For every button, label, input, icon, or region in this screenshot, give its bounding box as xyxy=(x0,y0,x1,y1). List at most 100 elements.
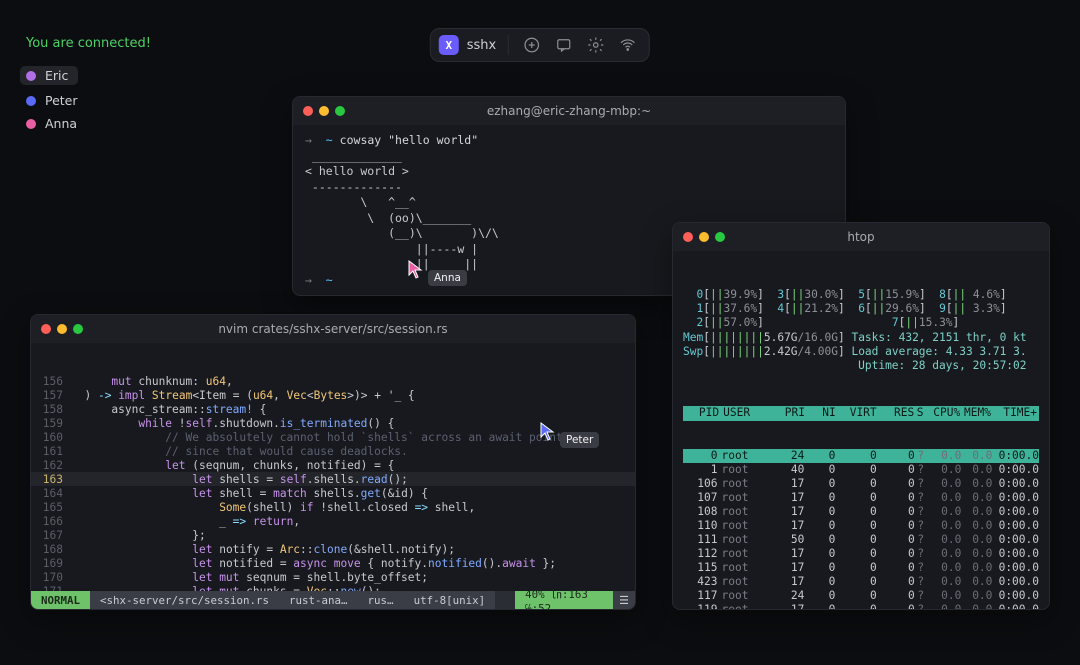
process-row[interactable]: 0root24000?0.00.00:00.0 xyxy=(683,449,1039,463)
status-path: <shx-server/src/session.rs xyxy=(90,591,279,609)
traffic-lights xyxy=(41,324,83,334)
column-header[interactable]: PID xyxy=(685,406,719,420)
column-header[interactable]: MEM% xyxy=(960,406,991,420)
settings-icon[interactable] xyxy=(587,36,605,54)
process-row[interactable]: 106root17000?0.00.00:00.0 xyxy=(683,477,1039,491)
terminal-body[interactable]: 0[||39.9%] 3[||30.0%] 5[||15.9%] 8[|| 4.… xyxy=(673,251,1049,609)
code-text: let (seqnum, chunks, notified) = { xyxy=(71,458,635,472)
close-icon[interactable] xyxy=(41,324,51,334)
user-name: Anna xyxy=(45,116,77,131)
terminal-body[interactable]: 156 mut chunknum: u64,157 ) -> impl Stre… xyxy=(31,343,635,591)
column-header[interactable]: RES xyxy=(877,406,915,420)
process-row[interactable]: 119root17000?0.00.00:00.0 xyxy=(683,603,1039,609)
code-text: ) -> impl Stream<Item = (u64, Vec<Bytes>… xyxy=(71,388,635,402)
line-number: 168 xyxy=(31,542,71,556)
code-line: 170 let mut seqnum = shell.byte_offset; xyxy=(31,570,635,584)
close-icon[interactable] xyxy=(303,106,313,116)
cowsay-output: _____________ < hello world > ----------… xyxy=(305,149,499,272)
minimize-icon[interactable] xyxy=(319,106,329,116)
user-item[interactable]: Peter xyxy=(26,93,78,108)
code-line: 165 Some(shell) if !shell.closed => shel… xyxy=(31,500,635,514)
process-row[interactable]: 112root17000?0.00.00:00.0 xyxy=(683,547,1039,561)
code-text: mut chunknum: u64, xyxy=(71,374,635,388)
user-name: Eric xyxy=(45,68,68,83)
code-line: 161 // since that would cause deadlocks. xyxy=(31,444,635,458)
mode-indicator: NORMAL xyxy=(31,591,90,609)
code-text: _ => return, xyxy=(71,514,635,528)
column-header[interactable]: VIRT xyxy=(836,406,877,420)
prompt-path: ~ xyxy=(326,273,333,287)
code-line: 157 ) -> impl Stream<Item = (u64, Vec<By… xyxy=(31,388,635,402)
process-row[interactable]: 108root17000?0.00.00:00.0 xyxy=(683,505,1039,519)
line-number: 163 xyxy=(31,472,71,486)
line-number: 171 xyxy=(31,584,71,591)
code-line: 164 let shell = match shells.get(&id) { xyxy=(31,486,635,500)
add-terminal-icon[interactable] xyxy=(523,36,541,54)
minimize-icon[interactable] xyxy=(57,324,67,334)
terminal-nvim[interactable]: nvim crates/sshx-server/src/session.rs 1… xyxy=(30,314,636,610)
code-text: while !self.shutdown.is_terminated() { xyxy=(71,416,635,430)
column-header[interactable]: TIME+ xyxy=(991,406,1037,420)
line-number: 161 xyxy=(31,444,71,458)
window-title: ezhang@eric-zhang-mbp:~ xyxy=(293,104,845,118)
line-number: 167 xyxy=(31,528,71,542)
user-item[interactable]: Eric xyxy=(20,66,78,85)
column-header[interactable]: NI xyxy=(805,406,836,420)
user-name: Peter xyxy=(45,93,78,108)
code-line: 160 // We absolutely cannot hold `shells… xyxy=(31,430,635,444)
column-header[interactable]: PRI xyxy=(767,406,805,420)
htop-rows[interactable]: 0root24000?0.00.00:00.01root40000?0.00.0… xyxy=(683,449,1039,609)
htop-header: 0[||39.9%] 3[||30.0%] 5[||15.9%] 8[|| 4.… xyxy=(683,288,1039,374)
presence-dot-icon xyxy=(26,71,36,81)
code-line: 167 }; xyxy=(31,528,635,542)
code-line: 162 let (seqnum, chunks, notified) = { xyxy=(31,458,635,472)
process-row[interactable]: 423root17000?0.00.00:00.0 xyxy=(683,575,1039,589)
code-text: let notify = Arc::clone(&shell.notify); xyxy=(71,542,635,556)
window-titlebar[interactable]: ezhang@eric-zhang-mbp:~ xyxy=(293,97,845,125)
line-number: 164 xyxy=(31,486,71,500)
window-titlebar[interactable]: htop xyxy=(673,223,1049,251)
code-text: // since that would cause deadlocks. xyxy=(71,444,635,458)
process-row[interactable]: 117root24000?0.00.00:00.0 xyxy=(683,589,1039,603)
htop-columns[interactable]: PIDUSERPRINIVIRTRESSCPU%MEM%TIME+ xyxy=(683,406,1039,420)
minimize-icon[interactable] xyxy=(699,232,709,242)
process-row[interactable]: 1root40000?0.00.00:00.0 xyxy=(683,463,1039,477)
code-text: let mut seqnum = shell.byte_offset; xyxy=(71,570,635,584)
zoom-icon[interactable] xyxy=(73,324,83,334)
column-header[interactable]: CPU% xyxy=(926,406,960,420)
code-line: 159 while !self.shutdown.is_terminated()… xyxy=(31,416,635,430)
line-number: 170 xyxy=(31,570,71,584)
terminal-htop[interactable]: htop 0[||39.9%] 3[||30.0%] 5[||15.9%] 8[… xyxy=(672,222,1050,610)
topbar-icons xyxy=(523,36,637,54)
user-list: Eric Peter Anna xyxy=(26,66,78,131)
process-row[interactable]: 115root17000?0.00.00:00.0 xyxy=(683,561,1039,575)
line-number: 165 xyxy=(31,500,71,514)
wifi-icon[interactable] xyxy=(619,36,637,54)
prompt-arrow: → xyxy=(305,273,312,287)
traffic-lights xyxy=(303,106,345,116)
user-item[interactable]: Anna xyxy=(26,116,78,131)
brand: X sshx xyxy=(439,35,509,55)
prompt-path: ~ xyxy=(326,133,333,147)
code-line: 168 let notify = Arc::clone(&shell.notif… xyxy=(31,542,635,556)
window-title: nvim crates/sshx-server/src/session.rs xyxy=(31,322,635,336)
code-text: let shell = match shells.get(&id) { xyxy=(71,486,635,500)
status-encoding: utf-8[unix] xyxy=(404,591,496,609)
column-header[interactable]: S xyxy=(914,406,926,420)
zoom-icon[interactable] xyxy=(335,106,345,116)
chat-icon[interactable] xyxy=(555,36,573,54)
code-line: 166 _ => return, xyxy=(31,514,635,528)
window-titlebar[interactable]: nvim crates/sshx-server/src/session.rs xyxy=(31,315,635,343)
status-position: 40% ㏑:163 ℅:52 xyxy=(515,591,613,609)
process-row[interactable]: 111root50000?0.00.00:00.0 xyxy=(683,533,1039,547)
process-row[interactable]: 110root17000?0.00.00:00.0 xyxy=(683,519,1039,533)
close-icon[interactable] xyxy=(683,232,693,242)
process-row[interactable]: 107root17000?0.00.00:00.0 xyxy=(683,491,1039,505)
line-number: 160 xyxy=(31,430,71,444)
column-header[interactable]: USER xyxy=(719,406,767,420)
status-lsp: rust-ana… xyxy=(279,591,358,609)
status-lsp2: rus… xyxy=(358,591,404,609)
zoom-icon[interactable] xyxy=(715,232,725,242)
window-title: htop xyxy=(673,230,1049,244)
traffic-lights xyxy=(683,232,725,242)
